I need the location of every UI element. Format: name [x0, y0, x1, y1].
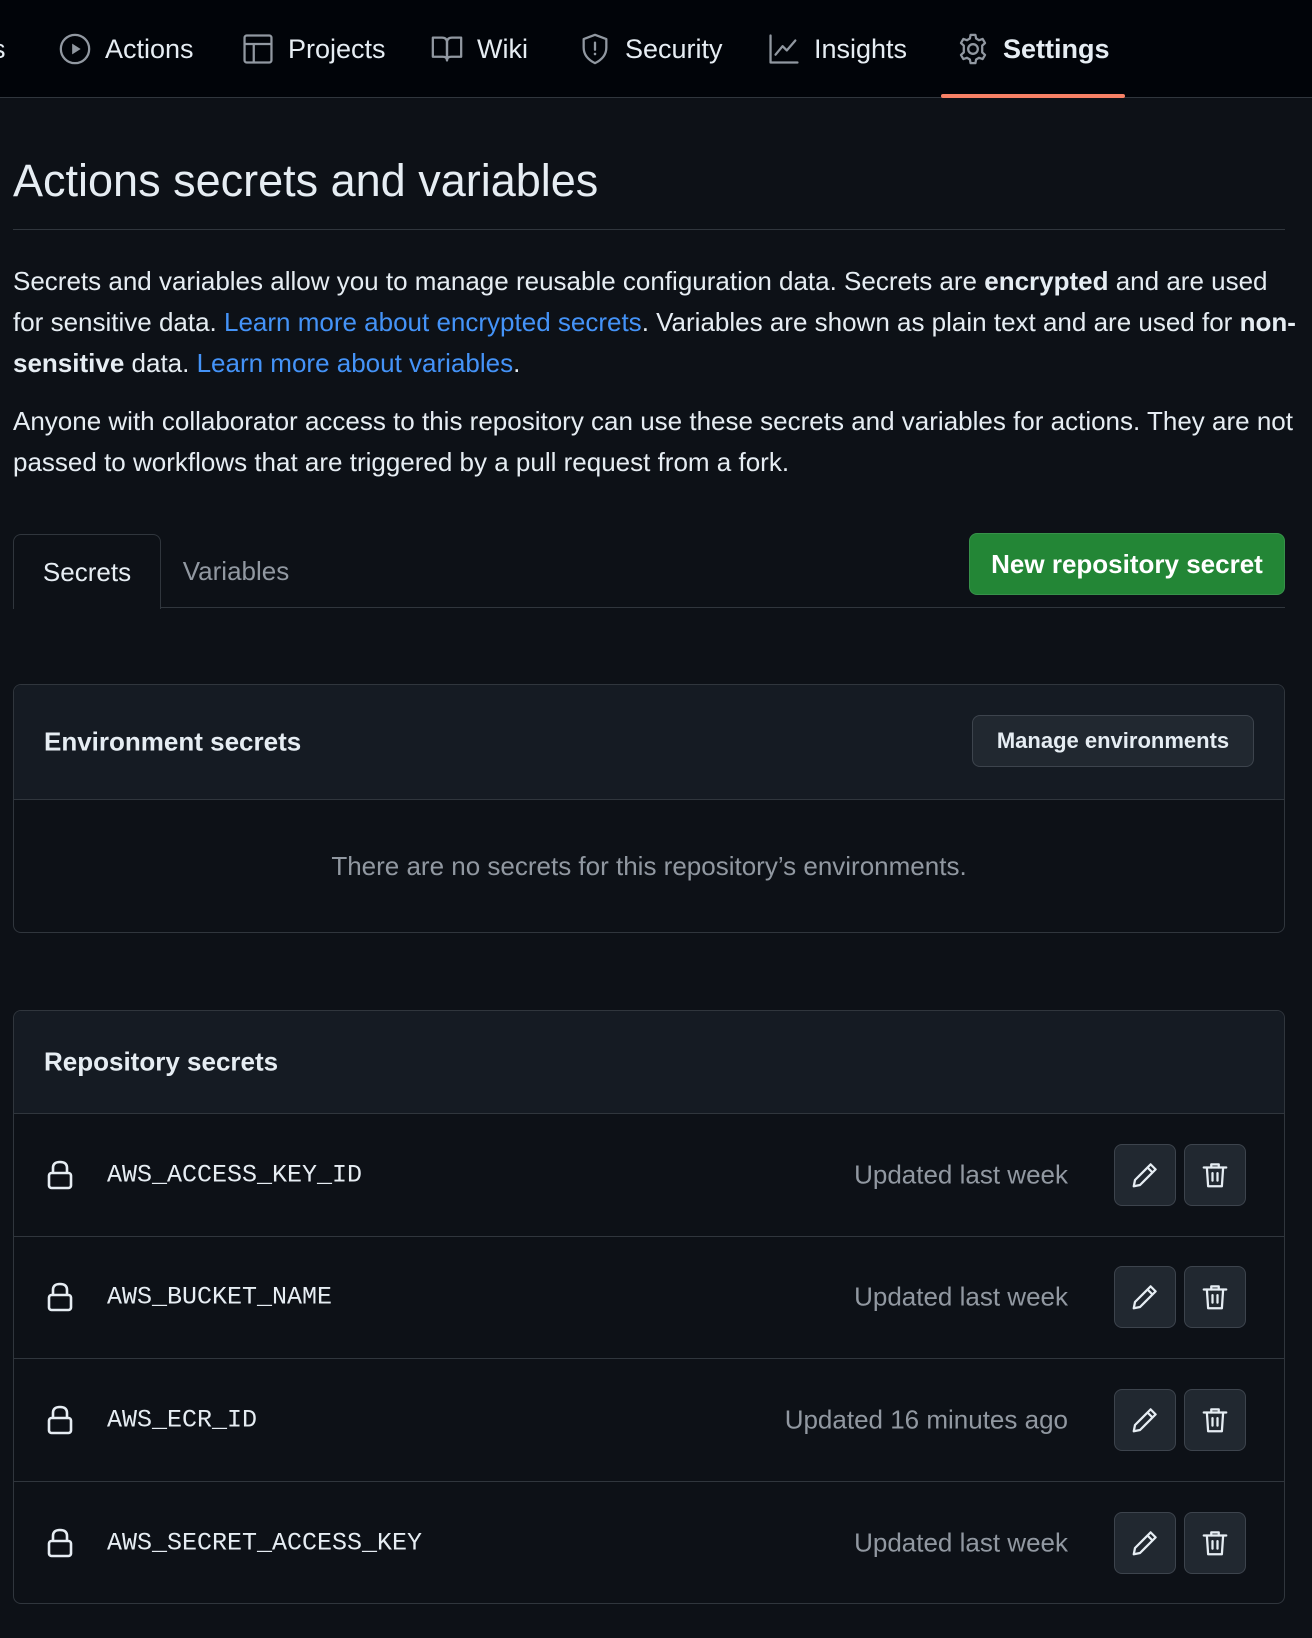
- trash-icon: [1202, 1163, 1228, 1188]
- trash-icon: [1202, 1531, 1228, 1556]
- intro-text: Secrets and variables allow you to manag…: [13, 266, 985, 296]
- secret-name: AWS_BUCKET_NAME: [107, 1282, 333, 1312]
- lock-icon: [47, 1528, 73, 1558]
- secret-updated-time: Updated 16 minutes ago: [784, 1404, 1068, 1435]
- title-divider: [13, 229, 1285, 230]
- secret-row: AWS_BUCKET_NAME Updated last week: [14, 1237, 1284, 1359]
- nav-item-insights[interactable]: Insights: [767, 0, 907, 98]
- environment-empty-message: There are no secrets for this repository…: [331, 851, 967, 881]
- secret-row: AWS_ACCESS_KEY_ID Updated last week: [14, 1114, 1284, 1237]
- secret-updated-time: Updated last week: [854, 1527, 1068, 1558]
- play-circle-icon: [59, 33, 91, 65]
- book-icon: [431, 36, 463, 62]
- trash-icon: [1202, 1408, 1228, 1433]
- environment-secrets-title: Environment secrets: [44, 726, 302, 757]
- nav-item-label: Settings: [1003, 33, 1110, 64]
- learn-more-variables-link[interactable]: Learn more about variables: [197, 348, 514, 378]
- collaborator-note: Anyone with collaborator access to this …: [13, 406, 1293, 477]
- pencil-icon: [1132, 1531, 1157, 1556]
- secret-row: AWS_ECR_ID Updated 16 minutes ago: [14, 1359, 1284, 1482]
- repo-nav: s Actions Projects Wiki Security: [0, 0, 1312, 98]
- intro-bold-encrypted: encrypted: [984, 266, 1109, 296]
- page-title: Actions secrets and variables: [13, 155, 599, 206]
- intro-text: . Variables are shown as plain text and …: [641, 307, 1240, 337]
- intro-text: .: [513, 348, 521, 378]
- tab-variables[interactable]: Variables: [176, 534, 296, 609]
- pencil-icon: [1132, 1285, 1157, 1310]
- delete-secret-button[interactable]: [1184, 1388, 1246, 1451]
- nav-item-label: Projects: [288, 33, 386, 64]
- nav-item-projects[interactable]: Projects: [241, 0, 386, 98]
- nav-item-settings[interactable]: Settings: [941, 0, 1124, 98]
- new-repository-secret-button[interactable]: New repository secret: [969, 533, 1285, 595]
- nav-item-label: Wiki: [477, 33, 528, 64]
- learn-more-secrets-link[interactable]: Learn more about encrypted secrets: [224, 307, 642, 337]
- nav-item-wiki[interactable]: Wiki: [430, 0, 528, 98]
- secret-updated-time: Updated last week: [854, 1281, 1068, 1312]
- delete-secret-button[interactable]: [1184, 1511, 1246, 1574]
- delete-secret-button[interactable]: [1184, 1143, 1246, 1206]
- trash-icon: [1202, 1285, 1228, 1310]
- table-icon: [243, 34, 273, 64]
- secret-name: AWS_ACCESS_KEY_ID: [107, 1160, 363, 1190]
- secret-name: AWS_ECR_ID: [107, 1405, 258, 1435]
- nav-item-label: s: [0, 34, 6, 65]
- gear-icon: [959, 33, 987, 65]
- manage-environments-button[interactable]: Manage environments: [972, 715, 1254, 767]
- lock-icon: [47, 1160, 73, 1190]
- edit-secret-button[interactable]: [1114, 1143, 1176, 1206]
- edit-secret-button[interactable]: [1114, 1511, 1176, 1574]
- nav-item-label: Actions: [105, 33, 194, 64]
- intro-paragraph: Secrets and variables allow you to manag…: [13, 261, 1298, 384]
- repository-secrets-header: Repository secrets: [14, 1011, 1284, 1114]
- environment-secrets-header: Environment secrets Manage environments: [14, 685, 1284, 800]
- intro-text: data.: [124, 348, 197, 378]
- environment-secrets-box: Environment secrets Manage environments …: [13, 684, 1285, 933]
- nav-item-actions[interactable]: Actions: [58, 0, 194, 98]
- pencil-icon: [1132, 1408, 1157, 1433]
- repository-secrets-box: Repository secrets AWS_ACCESS_KEY_ID Upd…: [13, 1010, 1285, 1604]
- lock-icon: [47, 1405, 73, 1435]
- pencil-icon: [1132, 1163, 1157, 1188]
- nav-item-security[interactable]: Security: [578, 0, 723, 98]
- secret-row: AWS_SECRET_ACCESS_KEY Updated last week: [14, 1482, 1284, 1604]
- shield-icon: [582, 33, 608, 65]
- tab-secrets[interactable]: Secrets: [13, 534, 161, 609]
- nav-item-label: Security: [625, 33, 723, 64]
- graph-icon: [769, 34, 799, 64]
- nav-item-partial[interactable]: s: [0, 0, 6, 98]
- edit-secret-button[interactable]: [1114, 1266, 1176, 1329]
- secret-name: AWS_SECRET_ACCESS_KEY: [107, 1528, 423, 1558]
- repository-secrets-title: Repository secrets: [44, 1046, 279, 1077]
- edit-secret-button[interactable]: [1114, 1388, 1176, 1451]
- nav-item-label: Insights: [814, 33, 908, 64]
- delete-secret-button[interactable]: [1184, 1266, 1246, 1329]
- secret-updated-time: Updated last week: [854, 1159, 1068, 1190]
- lock-icon: [47, 1282, 73, 1312]
